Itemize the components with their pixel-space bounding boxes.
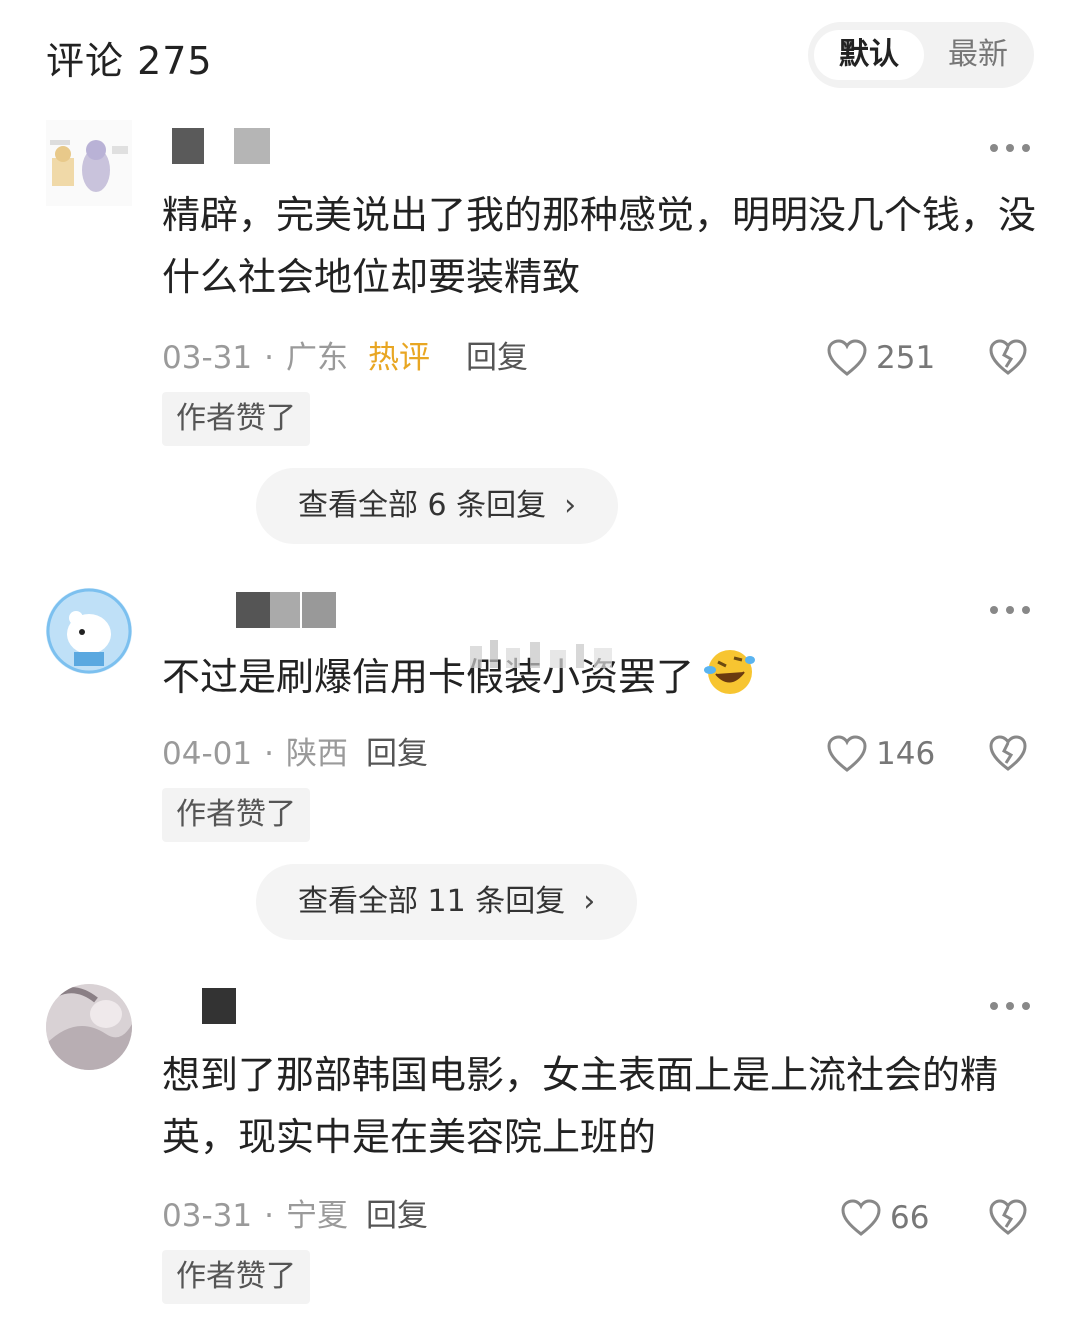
comment-date: 04-01 — [162, 736, 253, 772]
comment-location: 宁夏 — [285, 1198, 348, 1234]
broken-heart-icon[interactable] — [988, 734, 1028, 774]
broken-heart-icon[interactable] — [988, 1198, 1028, 1238]
watermark-overlay — [470, 640, 612, 668]
username-blurred[interactable] — [162, 592, 342, 628]
heart-outline-icon — [827, 735, 867, 772]
reply-button[interactable]: 回复 — [466, 340, 528, 376]
avatar[interactable] — [46, 120, 132, 206]
view-replies-label: 查看全部 11 条回复 — [298, 884, 566, 919]
sort-toggle: 默认 最新 — [808, 22, 1034, 88]
more-dots-icon[interactable] — [988, 138, 1032, 158]
like-count: 146 — [876, 736, 936, 772]
chevron-right-icon: › — [583, 884, 596, 919]
heart-outline-icon — [841, 1199, 881, 1236]
avatar[interactable] — [46, 984, 132, 1070]
like-button[interactable]: 146 — [826, 734, 946, 774]
like-button[interactable]: 251 — [826, 338, 946, 378]
chevron-right-icon: › — [564, 488, 577, 523]
like-button[interactable]: 66 — [840, 1198, 940, 1238]
comment-meta: 04-01 · 陕西 回复 — [162, 736, 428, 772]
comment-text: 精辟，完美说出了我的那种感觉，明明没几个钱，没什么社会地位却要装精致 — [162, 193, 1037, 299]
reply-button[interactable]: 回复 — [366, 1198, 428, 1234]
sort-latest-button[interactable]: 最新 — [926, 30, 1030, 80]
comments-header: 评论 275 默认 最新 — [0, 0, 1080, 110]
like-count: 66 — [890, 1200, 930, 1236]
avatar[interactable] — [46, 588, 132, 674]
view-all-replies-button[interactable]: 查看全部 6 条回复 › — [256, 468, 619, 544]
author-liked-badge: 作者赞了 — [162, 1250, 310, 1304]
more-dots-icon[interactable] — [988, 600, 1032, 620]
sort-default-button[interactable]: 默认 — [814, 30, 924, 80]
comment-location: 陕西 — [285, 736, 348, 772]
hot-comment-badge: 热评 — [367, 340, 430, 376]
username-blurred[interactable] — [162, 128, 302, 164]
comment-meta: 03-31 · 宁夏 回复 — [162, 1198, 428, 1234]
more-dots-icon[interactable] — [988, 996, 1032, 1016]
comment-location: 广东 — [285, 340, 348, 376]
like-count: 251 — [876, 340, 936, 376]
comment-date: 03-31 — [162, 1198, 253, 1234]
author-liked-badge: 作者赞了 — [162, 788, 310, 842]
view-replies-label: 查看全部 6 条回复 — [298, 488, 547, 523]
username-blurred[interactable] — [162, 988, 242, 1024]
comment-date: 03-31 — [162, 340, 253, 376]
author-liked-badge: 作者赞了 — [162, 392, 310, 446]
rolling-laughing-emoji — [704, 650, 756, 694]
comments-title: 评论 275 — [46, 39, 213, 83]
comment-meta: 03-31 · 广东 热评 回复 — [162, 340, 528, 376]
broken-heart-icon[interactable] — [988, 338, 1028, 378]
view-all-replies-button[interactable]: 查看全部 11 条回复 › — [256, 864, 638, 940]
heart-outline-icon — [827, 339, 867, 376]
comment-text: 想到了那部韩国电影，女主表面上是上流社会的精英，现实中是在美容院上班的 — [162, 1053, 999, 1159]
reply-button[interactable]: 回复 — [366, 736, 428, 772]
